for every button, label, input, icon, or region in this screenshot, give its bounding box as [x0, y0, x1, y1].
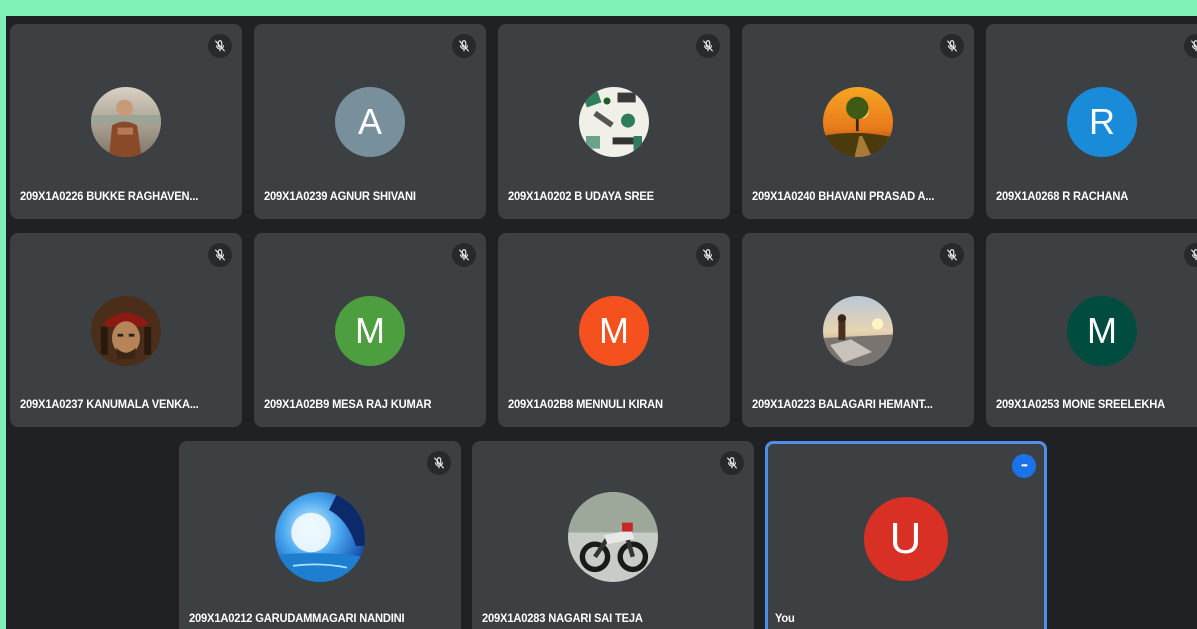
self-name: You: [775, 611, 795, 625]
mic-off-icon: [720, 451, 744, 475]
mic-off-icon: [208, 243, 232, 267]
more-options-icon[interactable]: •••: [1012, 454, 1036, 478]
participant-name: 209X1A0212 GARUDAMMAGARI NANDINI: [189, 611, 405, 625]
mic-off-icon: [208, 34, 232, 58]
participant-tile[interactable]: 209X1A0212 GARUDAMMAGARI NANDINI: [179, 441, 461, 629]
mic-off-icon: [1184, 34, 1197, 58]
participant-avatar: M: [1067, 296, 1137, 366]
participant-name: 209X1A02B8 MENNULI KIRAN: [508, 397, 663, 411]
participant-name: 209X1A02B9 MESA RAJ KUMAR: [264, 397, 432, 411]
mic-off-icon: [696, 34, 720, 58]
participant-tile[interactable]: M 209X1A02B9 MESA RAJ KUMAR: [254, 233, 486, 427]
self-tile[interactable]: U You •••: [765, 441, 1047, 629]
meeting-grid: 209X1A0226 BUKKE RAGHAVEN... A 209X1A0239 …: [6, 16, 1197, 629]
mic-off-icon: [427, 451, 451, 475]
participant-avatar: A: [335, 87, 405, 157]
participant-tile[interactable]: 209X1A0283 NAGARI SAI TEJA: [472, 441, 754, 629]
participant-tile[interactable]: 209X1A0240 BHAVANI PRASAD A...: [742, 24, 974, 219]
participant-name: 209X1A0223 BALAGARI HEMANT...: [752, 397, 933, 411]
participant-name: 209X1A0239 AGNUR SHIVANI: [264, 189, 416, 203]
participant-tile[interactable]: M 209X1A02B8 MENNULI KIRAN: [498, 233, 730, 427]
participant-avatar: R: [1067, 87, 1137, 157]
participant-photo: [275, 492, 365, 582]
participant-name: 209X1A0237 KANUMALA VENKA...: [20, 397, 199, 411]
participant-tile[interactable]: 209X1A0237 KANUMALA VENKA...: [10, 233, 242, 427]
participant-photo: [823, 296, 893, 366]
participant-avatar: M: [335, 296, 405, 366]
participant-tile[interactable]: A 209X1A0239 AGNUR SHIVANI: [254, 24, 486, 219]
participant-name: 209X1A0202 B UDAYA SREE: [508, 189, 654, 203]
participant-avatar: M: [579, 296, 649, 366]
participant-tile[interactable]: 209X1A0202 B UDAYA SREE: [498, 24, 730, 219]
participant-tile[interactable]: R 209X1A0268 R RACHANA: [986, 24, 1197, 219]
participant-name: 209X1A0268 R RACHANA: [996, 189, 1129, 203]
participant-photo: [823, 87, 893, 157]
self-avatar: U: [863, 497, 948, 581]
mic-off-icon: [940, 243, 964, 267]
participant-name: 209X1A0226 BUKKE RAGHAVEN...: [20, 189, 199, 203]
participant-tile[interactable]: 209X1A0223 BALAGARI HEMANT...: [742, 233, 974, 427]
participant-name: 209X1A0240 BHAVANI PRASAD A...: [752, 189, 935, 203]
participant-photo: [91, 87, 161, 157]
participant-tile[interactable]: 209X1A0226 BUKKE RAGHAVEN...: [10, 24, 242, 219]
mic-off-icon: [452, 34, 476, 58]
mic-off-icon: [696, 243, 720, 267]
mic-off-icon: [1184, 243, 1197, 267]
mic-off-icon: [940, 34, 964, 58]
participant-photo: [579, 87, 649, 157]
participant-name: 209X1A0283 NAGARI SAI TEJA: [482, 611, 643, 625]
participant-photo: [91, 296, 161, 366]
participant-tile[interactable]: M 209X1A0253 MONE SREELEKHA: [986, 233, 1197, 427]
participant-name: 209X1A0253 MONE SREELEKHA: [996, 397, 1166, 411]
mic-off-icon: [452, 243, 476, 267]
participant-photo: [568, 492, 658, 582]
